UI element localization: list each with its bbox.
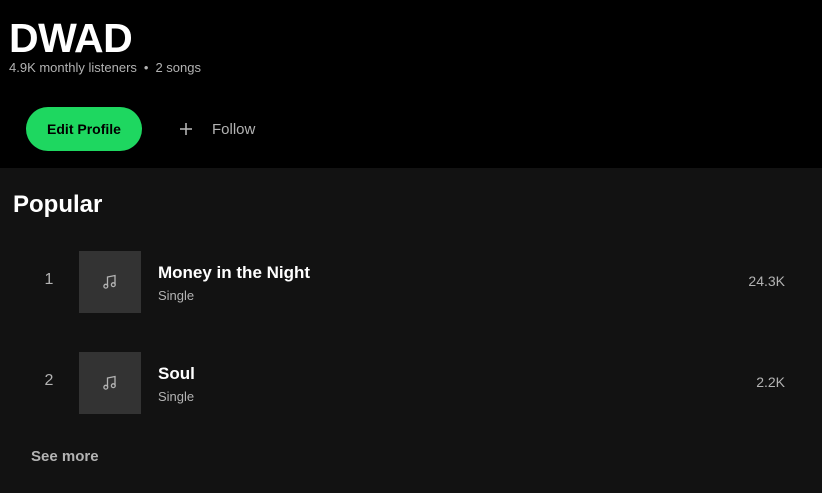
track-type: Single xyxy=(158,389,195,404)
track-row[interactable]: 1 Money in the Night Single 24.3K xyxy=(0,251,822,313)
follow-button[interactable]: Follow xyxy=(176,115,255,143)
artist-meta: 4.9K monthly listeners • 2 songs xyxy=(9,60,201,76)
track-row[interactable]: 2 Soul Single 2.2K xyxy=(0,352,822,414)
follow-label: Follow xyxy=(212,120,256,138)
track-title[interactable]: Soul xyxy=(158,364,195,384)
track-plays: 24.3K xyxy=(748,273,785,289)
track-number: 2 xyxy=(44,372,54,389)
see-more-link[interactable]: See more xyxy=(31,448,99,465)
monthly-listeners: 4.9K monthly listeners xyxy=(9,60,137,75)
popular-section-title: Popular xyxy=(13,191,103,218)
track-number: 1 xyxy=(44,271,54,288)
artist-name: DWAD xyxy=(9,15,133,61)
music-note-icon xyxy=(103,375,116,390)
artist-header: DWAD 4.9K monthly listeners • 2 songs Edit… xyxy=(0,0,822,168)
music-note-icon xyxy=(103,274,116,289)
plus-icon xyxy=(180,123,192,135)
track-title[interactable]: Money in the Night xyxy=(158,263,310,283)
edit-profile-button[interactable]: Edit Profile xyxy=(26,107,142,151)
track-cover xyxy=(79,352,141,414)
track-type: Single xyxy=(158,288,195,303)
meta-separator: • xyxy=(143,60,149,75)
songs-count: 2 songs xyxy=(155,60,202,75)
track-cover xyxy=(79,251,141,313)
track-plays: 2.2K xyxy=(756,374,785,390)
